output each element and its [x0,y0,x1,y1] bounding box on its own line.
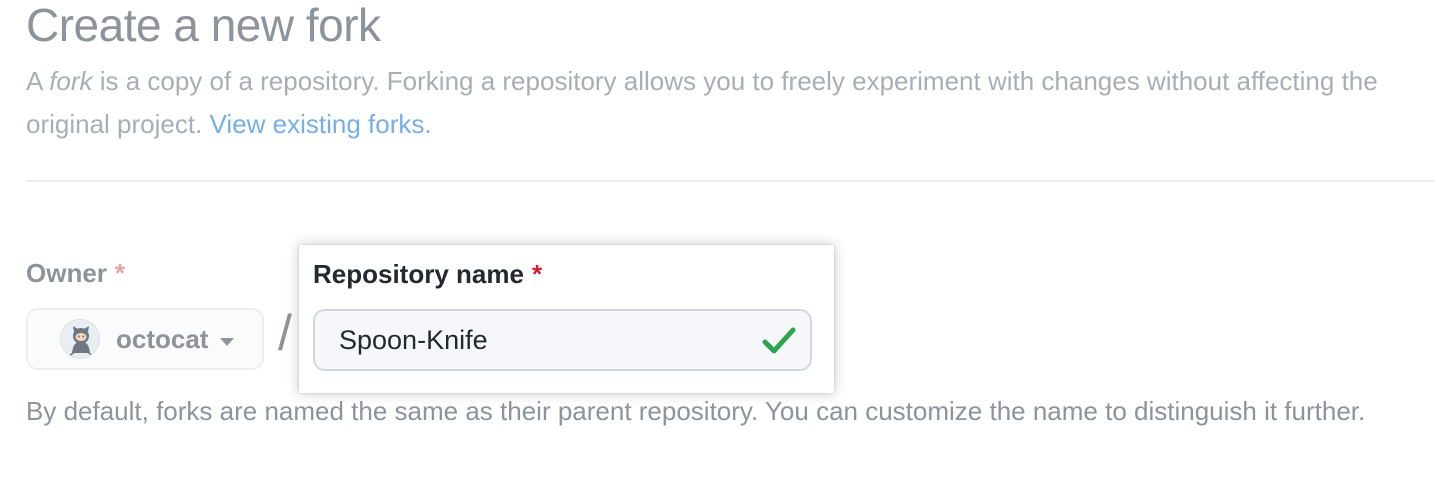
repository-name-input[interactable] [313,309,812,371]
check-icon [762,327,796,354]
fork-term: fork [49,66,93,96]
description-prefix: A [26,66,50,96]
repository-name-help-text: By default, forks are named the same as … [26,396,1366,426]
repository-required-marker: * [531,259,543,289]
caret-down-icon [220,338,234,346]
owner-name: octocat [116,324,209,354]
page-title: Create a new fork [26,0,381,51]
divider [26,180,1434,182]
page-description: A fork is a copy of a repository. Forkin… [26,60,1426,146]
owner-label: Owner * [26,258,125,289]
repository-name-label: Repository name * [313,259,542,290]
owner-repo-separator: / [278,305,292,361]
owner-select[interactable]: octocat [26,308,264,370]
view-existing-forks-link[interactable]: View existing forks. [210,109,432,139]
octocat-avatar-icon [60,319,100,359]
repository-name-panel: Repository name * [299,245,834,393]
owner-label-text: Owner [26,258,107,288]
owner-required-marker: * [114,258,126,288]
repository-name-label-text: Repository name [313,259,524,289]
